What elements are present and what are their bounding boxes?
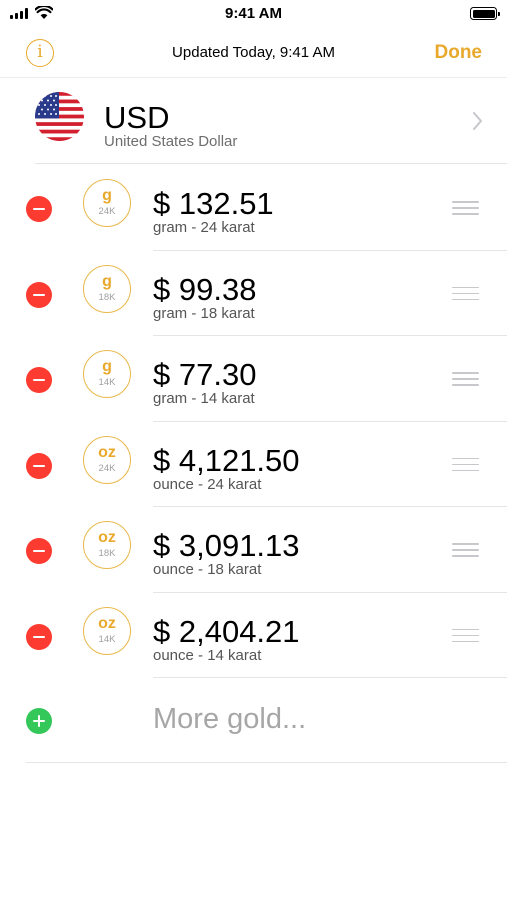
delete-button[interactable]	[26, 538, 52, 564]
chevron-right-icon	[473, 112, 482, 130]
add-gold-label: More gold...	[153, 703, 307, 735]
price-description: ounce - 18 karat	[153, 561, 262, 578]
status-bar: 9:41 AM	[0, 0, 507, 28]
list-item: g 14K $ 77.30 gram - 14 karat	[0, 336, 507, 422]
delete-button[interactable]	[26, 281, 52, 308]
karat-label: 18K	[98, 291, 116, 303]
price-value: $ 3,091.13	[153, 528, 300, 563]
list-item: g 24K $ 132.51 gram - 24 karat	[0, 165, 507, 251]
currency-name: United States Dollar	[104, 133, 238, 150]
price-description: gram - 24 karat	[153, 219, 255, 236]
karat-label: 24K	[98, 206, 116, 217]
unit-symbol: g	[102, 272, 112, 290]
status-time: 9:41 AM	[225, 5, 282, 22]
delete-button[interactable]	[26, 367, 52, 393]
done-button[interactable]: Done	[435, 42, 483, 64]
reorder-handle-icon[interactable]	[452, 628, 479, 643]
list-item: g 18K $ 99.38 gram - 18 karat	[0, 251, 507, 337]
unit-symbol: oz	[98, 443, 116, 461]
list-item: oz 24K $ 4,121.50 ounce - 24 karat	[0, 422, 507, 508]
delete-button[interactable]	[26, 452, 52, 479]
nav-bar: i Updated Today, 9:41 AM Done	[0, 28, 507, 78]
list-item: oz 14K $ 2,404.21 ounce - 14 karat	[0, 593, 507, 679]
delete-button[interactable]	[26, 623, 52, 650]
add-gold-row[interactable]: More gold...	[0, 678, 507, 763]
karat-label: 24K	[98, 462, 116, 474]
price-description: ounce - 24 karat	[153, 475, 262, 493]
price-description: gram - 18 karat	[153, 304, 255, 322]
gold-unit-badge: g 18K	[83, 264, 131, 313]
price-description: gram - 14 karat	[153, 390, 255, 407]
price-value: $ 2,404.21	[153, 613, 300, 649]
currency-selector-row[interactable]: USD United States Dollar	[0, 80, 507, 164]
currency-code: USD	[104, 100, 170, 135]
karat-label: 18K	[98, 548, 116, 559]
reorder-handle-icon[interactable]	[452, 457, 479, 472]
price-value: $ 4,121.50	[153, 442, 300, 478]
us-flag-icon	[35, 92, 84, 141]
gold-unit-badge: oz 14K	[83, 606, 131, 655]
gold-unit-badge: g 24K	[83, 179, 131, 227]
gold-unit-badge: oz 18K	[83, 521, 131, 569]
karat-label: 14K	[98, 633, 116, 645]
price-value: $ 132.51	[153, 186, 274, 221]
nav-title: Updated Today, 9:41 AM	[172, 44, 335, 61]
gold-price-list: g 24K $ 132.51 gram - 24 karat g 18K $ 9…	[0, 165, 507, 678]
reorder-handle-icon[interactable]	[452, 286, 479, 301]
battery-icon	[470, 7, 500, 20]
unit-symbol: oz	[98, 529, 116, 546]
reorder-handle-icon[interactable]	[452, 543, 479, 557]
reorder-handle-icon[interactable]	[452, 201, 479, 215]
reorder-handle-icon[interactable]	[452, 372, 479, 386]
karat-label: 14K	[98, 377, 116, 388]
unit-symbol: g	[102, 358, 112, 375]
price-description: ounce - 14 karat	[153, 646, 262, 664]
unit-symbol: g	[102, 187, 112, 204]
unit-symbol: oz	[98, 614, 116, 632]
add-button[interactable]	[26, 708, 52, 734]
gold-unit-badge: g 14K	[83, 350, 131, 398]
price-value: $ 99.38	[153, 271, 257, 307]
list-item: oz 18K $ 3,091.13 ounce - 18 karat	[0, 507, 507, 593]
delete-button[interactable]	[26, 196, 52, 222]
gold-unit-badge: oz 24K	[83, 435, 131, 484]
price-value: $ 77.30	[153, 357, 257, 392]
